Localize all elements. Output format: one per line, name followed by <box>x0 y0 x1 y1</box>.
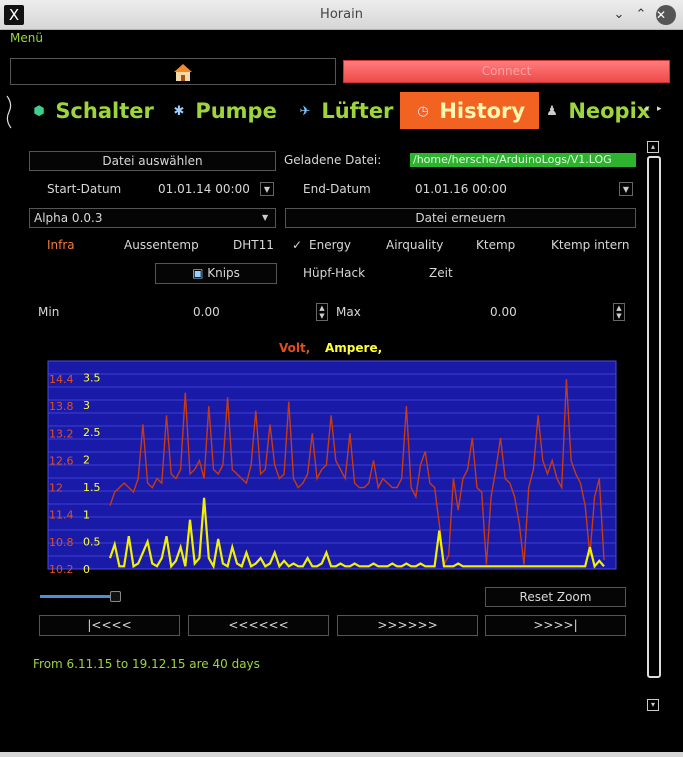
last-page-button[interactable]: >>>>| <box>485 615 626 636</box>
filter-infra[interactable]: Infra <box>47 238 75 252</box>
y-tick-volt: 10.8 <box>49 536 74 549</box>
scroll-up-arrow-icon[interactable]: ▴ <box>647 141 659 153</box>
scroll-down-arrow-icon[interactable]: ▾ <box>647 699 659 711</box>
scroll-left-icon[interactable] <box>4 94 16 130</box>
close-icon[interactable]: ✕ <box>656 5 676 25</box>
max-spinner[interactable]: ▲ ▼ <box>613 303 625 321</box>
check-icon: ✓ <box>292 238 303 252</box>
version-select[interactable]: Alpha 0.0.3 <box>29 208 276 228</box>
filter-aussentemp[interactable]: Aussentemp <box>124 238 199 252</box>
filter-energy[interactable]: Energy <box>309 238 351 252</box>
window-bottom-edge <box>0 752 683 757</box>
gear-icon: ✱ <box>173 104 185 119</box>
y-tick-volt: 13.2 <box>49 427 74 440</box>
shield-icon: ⬢ <box>33 104 45 119</box>
filter-zeit[interactable]: Zeit <box>429 266 453 280</box>
chevron-down-icon: ▼ <box>262 213 269 222</box>
y-tick-ampere: 0 <box>83 563 90 574</box>
end-date-label: End-Datum <box>303 182 371 196</box>
y-tick-volt: 14.4 <box>49 373 74 386</box>
start-date-label: Start-Datum <box>47 182 122 196</box>
y-tick-ampere: 1 <box>83 508 90 521</box>
loaded-file-label: Geladene Datei: <box>284 153 382 167</box>
reset-zoom-button[interactable]: Reset Zoom <box>485 587 626 607</box>
status-text: From 6.11.15 to 19.12.15 are 40 days <box>33 657 260 671</box>
end-date-field[interactable]: 01.01.16 00:00 <box>415 182 507 196</box>
connect-button[interactable]: Connect <box>343 60 670 83</box>
first-page-button[interactable]: |<<<< <box>39 615 180 636</box>
y-tick-volt: 11.4 <box>49 509 74 522</box>
chevron-down-icon[interactable]: ▼ <box>260 182 274 196</box>
start-date-field[interactable]: 01.01.14 00:00 <box>158 182 250 196</box>
y-tick-volt: 10.2 <box>49 563 74 574</box>
tab-label: Neopix <box>568 99 651 123</box>
filter-ktemp[interactable]: Ktemp <box>476 238 515 252</box>
max-label: Max <box>336 305 361 319</box>
select-file-button[interactable]: Datei auswählen <box>29 151 276 171</box>
y-tick-volt: 12 <box>49 482 63 495</box>
light-icon: ♟ <box>546 104 558 119</box>
tab-luefter[interactable]: ✈ Lüfter <box>296 92 394 129</box>
y-tick-ampere: 2 <box>83 454 90 467</box>
y-tick-ampere: 0.5 <box>83 536 101 549</box>
knips-button[interactable]: ▣ Knips <box>155 263 277 284</box>
chevron-up-icon[interactable]: ⌃ <box>633 7 649 23</box>
y-tick-volt: 12.6 <box>49 454 74 467</box>
min-label: Min <box>38 305 60 319</box>
chevron-down-icon[interactable]: ▼ <box>619 182 633 196</box>
y-tick-ampere: 1.5 <box>83 481 101 494</box>
loaded-file-path: /home/hersche/ArduinoLogs/V1.LOG <box>410 153 636 167</box>
history-chart[interactable]: Volt, Ampere,14.413.813.212.61211.410.810… <box>40 338 630 574</box>
filter-airquality[interactable]: Airquality <box>386 238 443 252</box>
tab-history[interactable]: ◷ History <box>400 92 540 129</box>
tab-schalter[interactable]: ⬢ Schalter <box>30 92 154 129</box>
fan-icon: ✈ <box>299 104 311 119</box>
y-tick-ampere: 2.5 <box>83 426 101 439</box>
legend-ampere: Ampere, <box>325 341 382 355</box>
filter-huepf-hack[interactable]: Hüpf-Hack <box>303 266 365 280</box>
zoom-slider-track[interactable] <box>40 595 110 598</box>
scroll-tabs-left-icon[interactable]: ◂ <box>644 104 649 114</box>
tab-label: Schalter <box>55 99 154 123</box>
scroll-tabs-right-icon[interactable]: ▸ <box>657 104 662 114</box>
tab-label: Pumpe <box>195 99 277 123</box>
filter-ktemp-intern[interactable]: Ktemp intern <box>551 238 629 252</box>
title-bar[interactable]: X Horain ⌄ ⌃ ✕ <box>0 0 683 30</box>
tab-label: Lüfter <box>321 99 394 123</box>
knips-label: Knips <box>207 266 240 280</box>
max-value[interactable]: 0.00 <box>490 305 517 319</box>
refresh-file-button[interactable]: Datei erneuern <box>285 208 636 228</box>
vertical-scrollbar[interactable] <box>647 156 661 678</box>
previous-page-button[interactable]: <<<<<< <box>188 615 329 636</box>
filter-dht11[interactable]: DHT11 <box>233 238 274 252</box>
camera-icon: ▣ <box>192 266 204 280</box>
home-button[interactable] <box>10 58 336 85</box>
zoom-slider-handle[interactable] <box>110 591 121 602</box>
tab-bar: ⬢ Schalter ✱ Pumpe ✈ Lüfter ◷ History ♟ … <box>0 92 683 132</box>
y-tick-ampere: 3 <box>83 399 90 412</box>
legend-volt: Volt, <box>279 341 310 355</box>
next-page-button[interactable]: >>>>>> <box>337 615 478 636</box>
y-tick-volt: 13.8 <box>49 400 74 413</box>
menu[interactable]: Menü <box>10 31 43 45</box>
tab-pumpe[interactable]: ✱ Pumpe <box>170 92 277 129</box>
version-value: Alpha 0.0.3 <box>34 211 103 225</box>
min-value[interactable]: 0.00 <box>193 305 220 319</box>
y-tick-ampere: 3.5 <box>83 371 101 384</box>
home-icon <box>174 64 192 81</box>
clock-icon: ◷ <box>417 104 429 119</box>
chevron-down-icon[interactable]: ⌄ <box>611 7 627 23</box>
tab-neopix[interactable]: ♟ Neopix <box>543 92 650 129</box>
tab-label: History <box>439 99 526 123</box>
min-spinner[interactable]: ▲ ▼ <box>316 303 328 321</box>
window-title: Horain <box>320 7 363 22</box>
